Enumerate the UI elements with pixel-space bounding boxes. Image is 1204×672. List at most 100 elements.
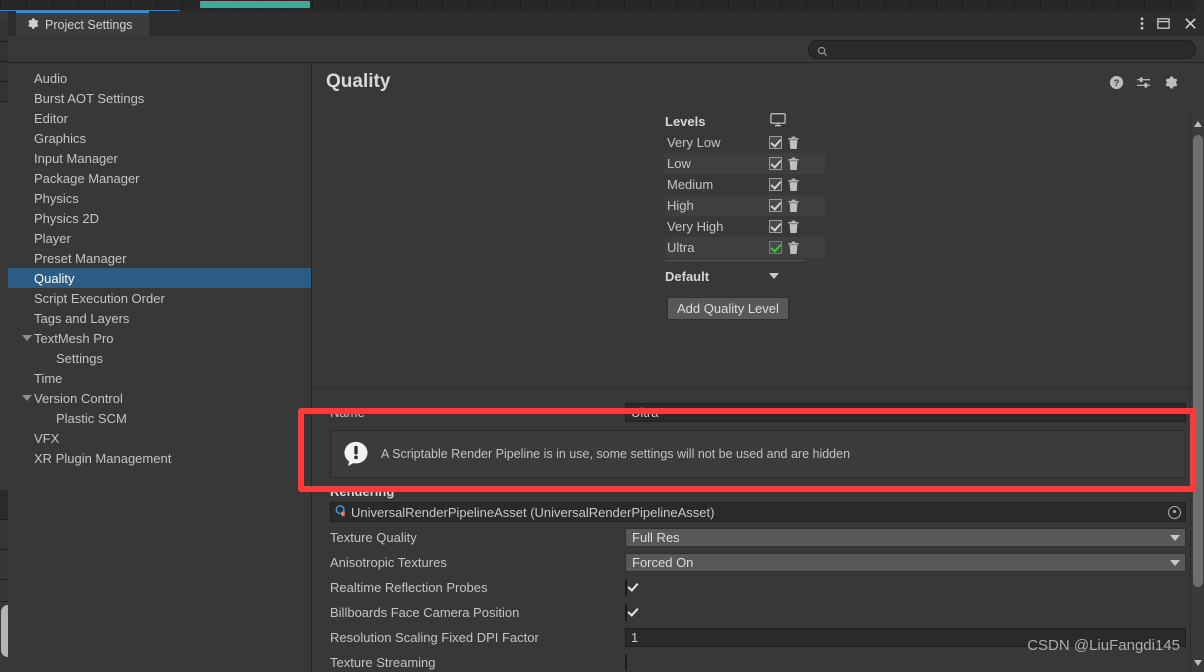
setting-label: Anisotropic Textures: [330, 555, 447, 570]
render-pipeline-asset-field[interactable]: UniversalRenderPipelineAsset (UniversalR…: [330, 502, 1186, 522]
close-icon[interactable]: [1183, 16, 1198, 31]
sidebar-item-graphics[interactable]: Graphics: [8, 128, 311, 148]
sidebar-item-label: Quality: [34, 270, 75, 286]
sidebar-item-burst-aot-settings[interactable]: Burst AOT Settings: [8, 88, 311, 108]
name-input[interactable]: Ultra: [625, 403, 1186, 422]
sidebar-item-input-manager[interactable]: Input Manager: [8, 148, 311, 168]
level-enabled-checkbox[interactable]: [769, 220, 782, 233]
search-input[interactable]: [833, 43, 1187, 55]
sidebar-item-player[interactable]: Player: [8, 228, 311, 248]
level-row-low[interactable]: Low: [665, 153, 825, 174]
setting-label: Realtime Reflection Probes: [330, 580, 488, 595]
sidebar-item-label: TextMesh Pro: [34, 330, 114, 346]
sidebar-item-time[interactable]: Time: [8, 368, 311, 388]
chevron-down-icon[interactable]: [22, 335, 32, 341]
sidebar-item-physics-2d[interactable]: Physics 2D: [8, 208, 311, 228]
sidebar-item-label: Audio: [34, 70, 68, 86]
level-label: High: [667, 198, 694, 213]
sidebar-item-tags-and-layers[interactable]: Tags and Layers: [8, 308, 311, 328]
sidebar-item-xr-plugin-management[interactable]: XR Plugin Management: [8, 448, 311, 468]
level-enabled-checkbox[interactable]: [769, 157, 782, 170]
setting-label: Resolution Scaling Fixed DPI Factor: [330, 630, 539, 645]
level-label: Medium: [667, 177, 714, 192]
texture-quality-dropdown[interactable]: Full Res: [625, 528, 1186, 547]
project-settings-window: Project Settings Audio Burst AOT Setting…: [8, 11, 1204, 672]
content-scrollbar[interactable]: [1190, 115, 1204, 672]
level-row-very-high[interactable]: Very High: [665, 216, 825, 237]
level-row-medium[interactable]: Medium: [665, 174, 825, 195]
setting-label: Billboards Face Camera Position: [330, 605, 520, 620]
sidebar-item-label: Time: [34, 370, 63, 386]
sidebar-item-preset-manager[interactable]: Preset Manager: [8, 248, 311, 268]
trash-icon[interactable]: [782, 241, 804, 255]
level-enabled-checkbox[interactable]: [769, 178, 782, 191]
sidebar-item-script-execution-order[interactable]: Script Execution Order: [8, 288, 311, 308]
trash-icon[interactable]: [782, 199, 804, 213]
watermark: CSDN @LiuFangdi145: [1027, 637, 1180, 654]
level-row-high[interactable]: High: [665, 195, 825, 216]
search-box[interactable]: [808, 39, 1196, 59]
scroll-up-arrow-icon[interactable]: [1194, 121, 1202, 127]
chevron-down-icon[interactable]: [769, 273, 779, 279]
sidebar-item-physics[interactable]: Physics: [8, 188, 311, 208]
help-icon[interactable]: ?: [1109, 75, 1124, 95]
chevron-down-icon[interactable]: [22, 395, 32, 401]
default-level-row[interactable]: Default: [665, 264, 825, 288]
billboards-face-camera-checkbox[interactable]: [625, 604, 627, 621]
sidebar-item-package-manager[interactable]: Package Manager: [8, 168, 311, 188]
sidebar-item-vfx[interactable]: VFX: [8, 428, 311, 448]
sidebar-item-quality[interactable]: Quality: [8, 268, 311, 288]
render-pipeline-asset-value: UniversalRenderPipelineAsset (UniversalR…: [351, 504, 715, 520]
sidebar-item-version-control[interactable]: Version Control: [8, 388, 311, 408]
level-row-ultra[interactable]: Ultra: [665, 237, 825, 258]
sidebar-item-label: Script Execution Order: [34, 290, 165, 306]
trash-icon[interactable]: [782, 136, 804, 150]
add-quality-level-button[interactable]: Add Quality Level: [667, 297, 789, 320]
sidebar-item-textmesh-pro[interactable]: TextMesh Pro: [8, 328, 311, 348]
settings-gear-icon[interactable]: [1163, 75, 1178, 95]
level-enabled-checkbox[interactable]: [769, 136, 782, 149]
level-label: Very High: [667, 219, 724, 234]
levels-header-label: Levels: [665, 113, 706, 129]
trash-icon[interactable]: [782, 157, 804, 171]
anisotropic-textures-dropdown[interactable]: Forced On: [625, 553, 1186, 572]
name-row: Name Ultra: [312, 400, 1190, 425]
sidebar-item-label: Physics: [34, 190, 79, 206]
kebab-menu-icon[interactable]: [1140, 16, 1144, 31]
settings-detail-panel: Quality ? Levels Very Low Low Medium Hig…: [312, 63, 1204, 672]
sidebar-item-plastic-scm[interactable]: Plastic SCM: [8, 408, 311, 428]
warning-exclamation-icon: [343, 441, 369, 467]
window-tab-bar: Project Settings: [8, 11, 1204, 36]
scrollbar-thumb[interactable]: [1193, 135, 1203, 587]
level-enabled-checkbox[interactable]: [769, 241, 782, 254]
sidebar-item-audio[interactable]: Audio: [8, 68, 311, 88]
settings-sidebar[interactable]: Audio Burst AOT Settings Editor Graphics…: [8, 63, 312, 672]
panel-header-icons: ?: [1109, 75, 1178, 95]
sidebar-item-label: XR Plugin Management: [34, 450, 172, 466]
sidebar-item-label: Editor: [34, 110, 68, 126]
sidebar-item-label: Preset Manager: [34, 250, 127, 266]
sidebar-item-settings[interactable]: Settings: [8, 348, 311, 368]
realtime-reflection-probes-checkbox[interactable]: [625, 579, 627, 596]
sidebar-item-editor[interactable]: Editor: [8, 108, 311, 128]
trash-icon[interactable]: [782, 220, 804, 234]
row-anisotropic-textures: Anisotropic Textures Forced On: [312, 550, 1190, 575]
maximize-icon[interactable]: [1156, 16, 1171, 31]
preset-icon[interactable]: [1136, 75, 1151, 95]
sidebar-item-label: Input Manager: [34, 150, 118, 166]
window-controls: [1140, 11, 1198, 36]
level-enabled-checkbox[interactable]: [769, 199, 782, 212]
sidebar-item-label: Plastic SCM: [56, 410, 127, 426]
texture-streaming-checkbox[interactable]: [625, 654, 627, 671]
setting-value: Full Res: [632, 530, 680, 545]
trash-icon[interactable]: [782, 178, 804, 192]
sidebar-item-label: VFX: [34, 430, 60, 446]
tab-project-settings[interactable]: Project Settings: [16, 11, 149, 36]
level-row-very-low[interactable]: Very Low: [665, 132, 825, 153]
default-label: Default: [665, 268, 710, 284]
sidebar-item-label: Settings: [56, 350, 103, 366]
scroll-down-arrow-icon[interactable]: [1194, 660, 1202, 666]
object-picker-icon[interactable]: [1168, 505, 1181, 519]
sidebar-item-label: Physics 2D: [34, 210, 100, 226]
level-label: Very Low: [667, 135, 721, 150]
